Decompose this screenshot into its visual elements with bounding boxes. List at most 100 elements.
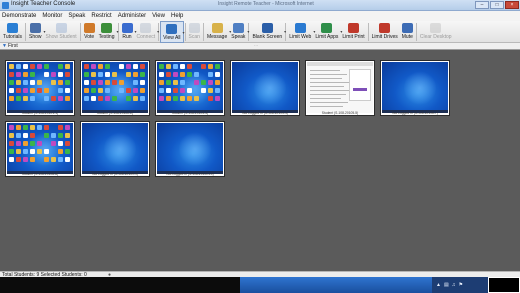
flag-icon[interactable]: ⚑ <box>458 282 462 288</box>
toolbar-view-all-button[interactable]: View All ▾ <box>160 21 185 43</box>
chevron-down-icon[interactable]: ▾ <box>116 29 118 34</box>
student-screen-desktop <box>7 123 73 174</box>
toolbar-separator <box>415 23 417 41</box>
student-thumbnail-caption: Not Logged In (S-108-20110-10) <box>166 172 214 176</box>
mute-icon <box>401 23 413 33</box>
student-screen-desktop <box>7 62 73 113</box>
filter-icon[interactable]: ▼ <box>2 44 7 49</box>
scan-icon <box>188 23 200 33</box>
toolbar-connect-button[interactable]: Connect ▾ <box>135 21 159 43</box>
toolbar-limit-apps-button[interactable]: Limit Apps ▾ <box>313 21 342 43</box>
chevron-down-icon[interactable]: ▾ <box>247 29 249 34</box>
menu-view[interactable]: View <box>152 13 165 19</box>
menu-speak[interactable]: Speak <box>68 13 85 19</box>
clear-desktop-icon <box>430 23 442 33</box>
student-screen-document <box>307 62 373 113</box>
toolbar-label: Tutorials <box>3 34 22 40</box>
toolbar-label: Limit Web <box>289 34 312 40</box>
windows-taskbar: ▲ ▤ ♫ ⚑ <box>0 277 520 293</box>
window-title: Insight Teacher Console <box>11 1 76 7</box>
student-thumbnail[interactable]: Not Logged In (S-108-20109-9) <box>80 121 150 177</box>
menu-restrict[interactable]: Restrict <box>91 13 111 19</box>
toolbar-separator <box>25 23 26 41</box>
student-thumbnail-caption: Student (S-108-20105-5) <box>321 111 359 115</box>
student-thumbnail[interactable]: Student (S-108-20101-1) <box>5 60 75 116</box>
filter-label[interactable]: First <box>8 43 18 49</box>
toolbar-mute-button[interactable]: Mute <box>400 21 415 43</box>
toolbar-label: Show <box>29 34 42 40</box>
toolbar-tutorials-button[interactable]: Tutorials <box>1 21 24 43</box>
filter-bar: ▼ First ··· <box>0 43 520 50</box>
toolbar-scan-button[interactable]: Scan <box>187 21 202 43</box>
toolbar-separator <box>202 23 204 41</box>
student-thumbnail[interactable]: Student (S-108-20108-8) <box>5 121 75 177</box>
toolbar-limit-web-button[interactable]: Limit Web ▾ <box>287 21 315 43</box>
network-icon[interactable]: ▤ <box>444 282 449 288</box>
toolbar-label: Scan <box>188 34 200 40</box>
message-icon <box>211 23 223 33</box>
student-screen-blank <box>157 123 223 174</box>
title-bar: Insight Teacher Console Insight Remote T… <box>0 0 520 11</box>
toolbar-label: Limit Apps <box>315 34 339 40</box>
student-thumbnail-caption: Student (S-108-20101-1) <box>21 111 59 115</box>
maximize-button[interactable]: □ <box>490 1 504 9</box>
clock-area[interactable] <box>488 277 520 293</box>
student-screen-desktop <box>82 62 148 113</box>
toolbar-show-button[interactable]: Show ▾ <box>27 21 46 43</box>
student-screen-blank <box>232 62 298 113</box>
arrow-up-icon[interactable]: ▲ <box>436 282 441 288</box>
close-button[interactable]: × <box>505 1 519 9</box>
toolbar: Tutorials Show ▾ Show Student Vote Testing ▾ Ru… <box>0 21 520 43</box>
toolbar-show-student-button[interactable]: Show Student <box>44 21 79 43</box>
student-thumbnail-caption: Student (S-108-20103-3) <box>171 111 209 115</box>
view-all-icon <box>166 24 178 34</box>
student-thumbnail[interactable]: Not Logged In (S-108-20106-7) <box>380 60 450 116</box>
student-thumbnail-caption: Not Logged In (S-108-20109-9) <box>92 172 138 176</box>
monitor-icon <box>29 23 41 33</box>
test-icon <box>101 23 113 33</box>
chevron-down-icon[interactable]: ▾ <box>157 29 159 34</box>
toolbar-message-button[interactable]: Message ▾ <box>205 21 231 43</box>
student-thumbnail[interactable]: Not Logged In (S-108-20104-4) <box>230 60 300 116</box>
menu-administer[interactable]: Administer <box>118 13 146 19</box>
toolbar-label: Message <box>206 34 228 40</box>
speak-icon <box>232 23 244 33</box>
student-thumbnails-area: Student (S-108-20101-1) Student (S-108-20… <box>0 50 520 271</box>
toolbar-separator <box>367 23 369 41</box>
taskbar-left <box>0 277 240 293</box>
blank-screen-icon <box>261 23 273 33</box>
student-thumbnail[interactable]: Student (S-108-20103-3) <box>155 60 225 116</box>
student-thumbnail-caption: Not Logged In (S-108-20106-7) <box>392 111 438 115</box>
minimize-button[interactable]: – <box>475 1 489 9</box>
toolbar-label: Blank Screen <box>252 34 283 40</box>
connect-icon <box>140 23 152 33</box>
menu-demonstrate[interactable]: Demonstrate <box>2 13 36 19</box>
toolbar-label: Clear Desktop <box>419 34 452 40</box>
vote-icon <box>83 23 95 33</box>
student-thumbnail[interactable]: Student (S-108-20105-5) <box>305 60 375 116</box>
chevron-down-icon[interactable]: ▾ <box>183 30 185 35</box>
menu-help[interactable]: Help <box>171 13 183 19</box>
toolbar-label: Testing <box>98 34 115 40</box>
toolbar-blank-screen-button[interactable]: Blank Screen ▾ <box>250 21 286 43</box>
limit-drives-icon <box>379 23 391 33</box>
toolbar-limit-drives-button[interactable]: Limit Drives <box>370 21 400 43</box>
toolbar-testing-button[interactable]: Testing ▾ <box>97 21 119 43</box>
volume-icon[interactable]: ♫ <box>452 282 456 288</box>
toolbar-run-button[interactable]: Run ▾ <box>120 21 137 43</box>
toolbar-label: Limit Print <box>342 34 365 40</box>
student-screen-blank <box>82 123 148 174</box>
chevron-down-icon[interactable]: ▾ <box>284 29 286 34</box>
toolbar-limit-print-button[interactable]: Limit Print <box>340 21 366 43</box>
toolbar-label: Show Student <box>45 34 77 40</box>
student-thumbnail-caption: Not Logged In (S-108-20104-4) <box>242 111 288 115</box>
toolbar-vote-button[interactable]: Vote <box>82 21 97 43</box>
toolbar-clear-desktop-button[interactable]: Clear Desktop <box>418 21 454 43</box>
menu-bar: Demonstrate Monitor Speak Restrict Administe… <box>0 11 520 21</box>
student-thumbnail[interactable]: Not Logged In (S-108-20110-10) <box>155 121 225 177</box>
menu-monitor[interactable]: Monitor <box>42 13 62 19</box>
student-thumbnail[interactable]: Student (S-108-20102-2) <box>80 60 150 116</box>
toolbar-label: Speak <box>231 34 246 40</box>
window-controls: – □ × <box>475 1 519 9</box>
toolbar-speak-button[interactable]: Speak ▾ <box>229 21 249 43</box>
